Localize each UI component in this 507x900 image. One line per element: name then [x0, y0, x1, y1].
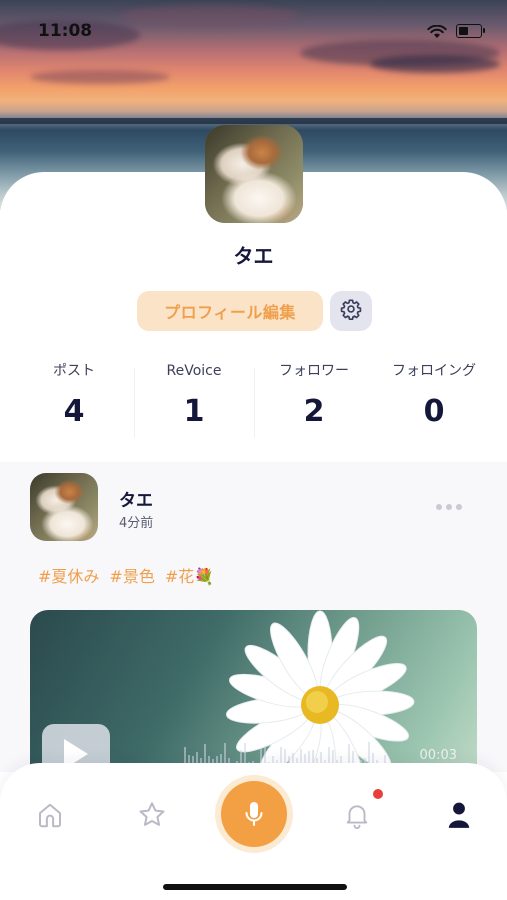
settings-button[interactable]: [330, 291, 372, 331]
tab-notifications[interactable]: [337, 795, 377, 835]
star-icon: [139, 802, 165, 826]
post-media[interactable]: 00:03: [30, 610, 477, 785]
hashtag[interactable]: #花💐: [165, 563, 214, 587]
gear-icon: [340, 298, 362, 324]
status-time: 11:08: [38, 21, 93, 41]
bottom-tab-bar: [0, 763, 507, 900]
stat-value: 1: [183, 394, 205, 429]
media-duration: 00:03: [419, 748, 457, 763]
tab-home[interactable]: [30, 795, 70, 835]
stat-label: フォロイング: [392, 363, 476, 379]
stat-value: 0: [423, 394, 445, 429]
stat-label: ReVoice: [166, 363, 222, 379]
stat-revoice[interactable]: ReVoice 1: [134, 360, 254, 429]
hashtag[interactable]: #夏休み: [38, 563, 99, 587]
stat-label: フォロワー: [279, 363, 349, 379]
more-options-button[interactable]: [436, 504, 462, 510]
more-dots-icon: [436, 504, 442, 510]
notification-badge: [373, 789, 383, 799]
stat-value: 4: [63, 394, 85, 429]
profile-stats: ポスト 4 ReVoice 1 フォロワー 2 フォロイング 0: [0, 360, 507, 450]
home-icon: [39, 803, 61, 828]
stat-posts[interactable]: ポスト 4: [14, 360, 134, 429]
post-tags: #夏休み #景色 #花💐: [38, 563, 214, 587]
profile-avatar[interactable]: [205, 125, 303, 223]
hashtag[interactable]: #景色: [109, 563, 154, 587]
tab-favorites[interactable]: [132, 795, 172, 835]
post-author-name[interactable]: タエ: [119, 486, 153, 511]
profile-icon: [448, 802, 470, 828]
stat-value: 2: [303, 394, 325, 429]
stat-label: ポスト: [53, 363, 95, 379]
battery-icon: [456, 24, 485, 38]
stat-following[interactable]: フォロイング 0: [374, 360, 494, 429]
bell-icon: [346, 805, 368, 830]
edit-profile-button[interactable]: プロフィール編集: [137, 291, 323, 331]
wifi-icon: [427, 24, 447, 43]
post-timestamp: 4分前: [119, 516, 154, 531]
home-indicator: [163, 884, 347, 890]
profile-name: タエ: [233, 244, 274, 268]
stat-followers[interactable]: フォロワー 2: [254, 360, 374, 429]
record-voice-button[interactable]: [221, 781, 287, 847]
post-author-avatar[interactable]: [30, 473, 98, 541]
status-bar: 11:08: [0, 18, 507, 44]
tab-profile[interactable]: [439, 795, 479, 835]
mic-icon: [245, 802, 263, 826]
